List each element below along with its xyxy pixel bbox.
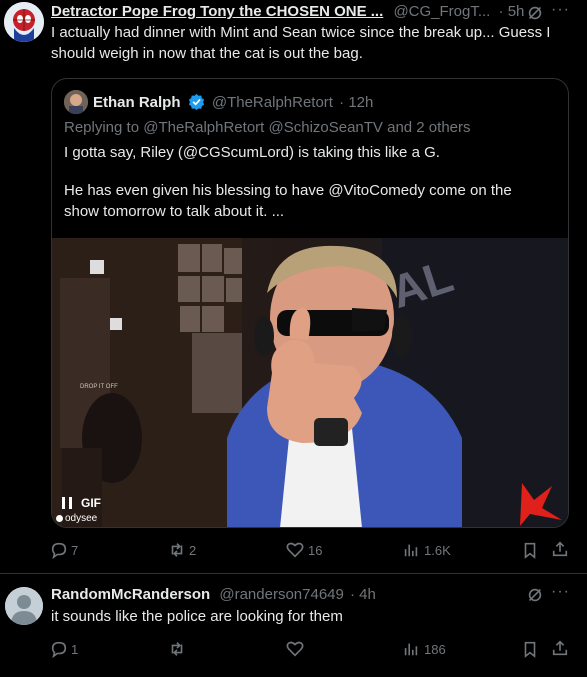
retweet-button[interactable]: 2 [168,541,196,559]
views-icon [404,643,418,656]
like-count: 16 [308,542,323,558]
tweet-text-line2: should weigh in now that the cat is out … [51,45,363,62]
views-button[interactable]: 186 [402,640,446,658]
retweet-count: 2 [189,542,197,558]
gif-badge: GIF [81,496,101,510]
sign-text: DROP IT OFF [80,384,118,390]
retweet-icon [171,642,183,656]
gif-controls[interactable]: GIF [62,496,101,510]
quoted-tweet[interactable]: Ethan Ralph @TheRalphRetort · 12h Replyi… [51,78,569,528]
share-button[interactable] [551,639,569,657]
handle[interactable]: @CG_FrogT... [393,3,490,20]
quote-text-line1: I gotta say, Riley (@CGScumLord) is taki… [64,144,440,161]
reply-button[interactable]: 1 [50,640,78,658]
quote-timestamp[interactable]: · 12h [339,94,373,111]
gif-media[interactable]: DROP IT OFF AL GIF odysee [52,238,568,527]
quote-handle[interactable]: @TheRalphRetort [212,94,333,111]
bookmark-button[interactable] [521,640,539,658]
default-profile-icon [5,587,43,625]
quote-text-line3: show tomorrow to talk about it. ... [64,203,285,220]
tweet-text-line1: I actually had dinner with Mint and Sean… [51,24,551,41]
quote-avatar[interactable] [64,90,88,114]
odysee-icon [56,515,63,522]
views-count: 1.6K [424,542,451,558]
handle[interactable]: @randerson74649 [219,586,343,603]
verified-badge-icon [188,93,205,114]
grok-icon[interactable] [526,586,544,604]
bookmark-icon [524,641,536,658]
more-options-icon[interactable]: ··· [551,1,570,19]
spiderman-avatar-image [4,2,44,42]
avatar[interactable] [4,2,44,42]
replying-to[interactable]: Replying to @TheRalphRetort @SchizoSeanT… [64,119,471,136]
reply-count: 1 [71,641,79,657]
bookmark-button[interactable] [521,541,539,559]
display-name[interactable]: Detractor Pope Frog Tony the CHOSEN ONE … [51,3,383,20]
more-options-icon[interactable]: ··· [551,583,570,601]
views-icon [404,544,418,557]
heart-icon [286,542,304,558]
bookmark-icon [524,542,536,559]
heart-icon [286,641,304,657]
tweet-text: it sounds like the police are looking fo… [51,608,343,625]
tweet-randommcranderson[interactable]: RandomMcRanderson @randerson74649 · 4h ·… [0,574,587,677]
timestamp[interactable]: · 4h [350,586,376,603]
reply-icon [51,542,67,559]
quote-text-line2: He has even given his blessing to have @… [64,182,512,199]
quote-display-name[interactable]: Ethan Ralph [93,94,181,111]
timestamp[interactable]: · 5h [499,3,525,20]
share-button[interactable] [551,540,569,558]
tweet-frog-tony[interactable]: Detractor Pope Frog Tony the CHOSEN ONE … [0,0,587,574]
display-name[interactable]: RandomMcRanderson [51,586,210,603]
reply-icon [51,641,67,658]
like-button[interactable] [286,640,304,658]
avatar[interactable] [5,587,43,625]
like-button[interactable]: 16 [286,541,322,559]
grok-icon[interactable] [526,4,544,22]
share-icon [552,541,568,557]
reply-count: 7 [71,542,79,558]
odysee-watermark: odysee [56,513,97,524]
reply-button[interactable]: 7 [50,541,78,559]
gif-frame-image: DROP IT OFF AL [52,238,568,527]
pause-icon[interactable] [62,497,72,509]
retweet-button[interactable] [168,640,186,658]
share-icon [552,640,568,656]
views-button[interactable]: 1.6K [402,541,451,559]
views-count: 186 [424,641,446,657]
retweet-icon [171,543,183,557]
ralph-avatar-image [64,90,88,114]
